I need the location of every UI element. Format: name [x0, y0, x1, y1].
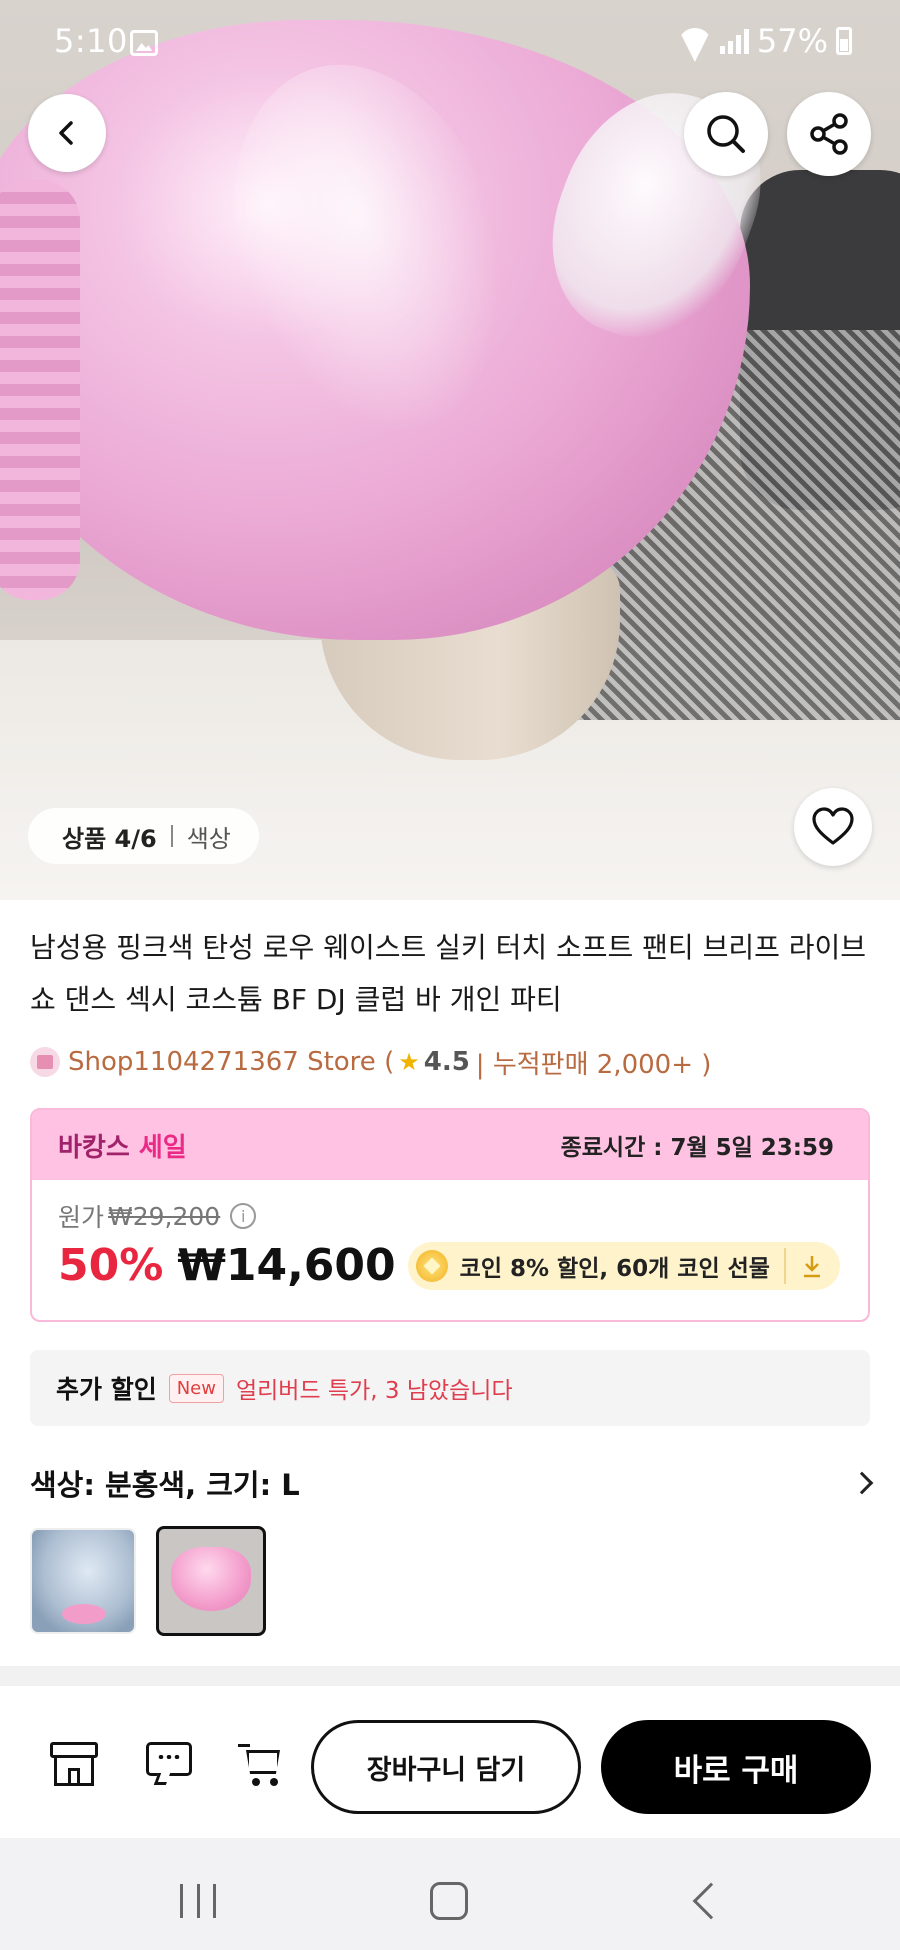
- star-icon: ★: [398, 1048, 420, 1076]
- back-button[interactable]: [28, 94, 106, 172]
- cart-icon[interactable]: [238, 1742, 286, 1786]
- extra-discount-label: 추가 할인: [56, 1375, 157, 1404]
- chevron-right-icon: [850, 1471, 874, 1495]
- variant-selector[interactable]: 색상: 분홍색, 크기: L: [30, 1462, 874, 1504]
- store-badge-icon: [30, 1047, 60, 1077]
- variant-label: 색상: 분홍색, 크기: L: [30, 1468, 300, 1502]
- extra-discount-banner[interactable]: 추가 할인 New 얼리버드 특가, 3 남았습니다: [30, 1350, 870, 1426]
- original-price-label: 원가: [58, 1203, 105, 1232]
- variant-thumb-light-blue[interactable]: [30, 1528, 136, 1634]
- variant-thumb-pink[interactable]: [156, 1526, 266, 1636]
- sale-body: 원가 ₩29,200 i 50% ₩14,600 코인 8% 할인, 60개 코…: [32, 1180, 868, 1291]
- image-counter-value: 상품 4/6: [62, 824, 157, 853]
- coin-offer[interactable]: 코인 8% 할인, 60개 코인 선물: [407, 1241, 840, 1290]
- recent-apps-icon[interactable]: [180, 1884, 216, 1918]
- search-button[interactable]: [684, 92, 768, 176]
- status-time: 5:10: [54, 22, 128, 60]
- store-rating: 4.5: [423, 1047, 470, 1077]
- info-icon[interactable]: i: [230, 1203, 257, 1229]
- sale-label-accent: 세일: [138, 1132, 187, 1163]
- discount-percent: 50%: [58, 1240, 164, 1291]
- download-icon[interactable]: [800, 1253, 824, 1279]
- system-nav-bar: [0, 1838, 900, 1950]
- price-row: 50% ₩14,600 코인 8% 할인, 60개 코인 선물: [58, 1240, 842, 1291]
- sale-label-prefix: 바캉스: [58, 1132, 130, 1163]
- sale-price: ₩14,600: [177, 1240, 396, 1291]
- extra-discount-text: 얼리버드 특가, 3 남았습니다: [235, 1378, 513, 1404]
- coin-offer-divider: [783, 1247, 786, 1284]
- wifi-icon: [678, 28, 712, 54]
- heart-icon: [812, 807, 854, 845]
- battery-icon: [836, 27, 852, 55]
- product-title: 남성용 핑크색 탄성 로우 웨이스트 실키 터치 소프트 팬티 브리프 라이브 …: [30, 931, 867, 1016]
- bottom-action-bar: 장바구니 담기 바로 구매: [0, 1686, 900, 1838]
- back-nav-icon[interactable]: [692, 1882, 730, 1920]
- share-icon: [810, 113, 848, 155]
- sale-end-time: 종료시간 : 7월 5일 23:59: [560, 1135, 834, 1161]
- store-icon[interactable]: [50, 1742, 98, 1786]
- status-bar: 5:10 57%: [0, 0, 900, 86]
- home-icon[interactable]: [430, 1882, 468, 1920]
- search-icon: [707, 115, 745, 153]
- sale-header: 바캉스 세일 종료시간 : 7월 5일 23:59: [32, 1110, 868, 1180]
- store-name: Shop1104271367 Store (: [68, 1047, 395, 1077]
- image-counter-tab[interactable]: 색상: [187, 819, 231, 854]
- share-button[interactable]: [787, 92, 871, 176]
- image-garment-ruffle: [0, 180, 80, 600]
- sale-box: 바캉스 세일 종료시간 : 7월 5일 23:59 원가 ₩29,200 i 5…: [30, 1108, 870, 1322]
- favorite-button[interactable]: [794, 788, 872, 866]
- add-to-cart-button[interactable]: 장바구니 담기: [311, 1720, 581, 1814]
- image-counter-divider: [170, 825, 173, 847]
- battery-percent: 57%: [756, 22, 828, 60]
- chevron-left-icon: [59, 121, 73, 145]
- signal-icon: [719, 28, 749, 54]
- original-price: ₩29,200: [108, 1201, 221, 1231]
- store-sales: | 누적판매 2,000+ ): [475, 1049, 712, 1080]
- coin-icon: [415, 1249, 448, 1282]
- chat-icon[interactable]: [146, 1742, 194, 1786]
- store-link[interactable]: Shop1104271367 Store ( ★ 4.5 | 누적판매 2,00…: [30, 1042, 711, 1082]
- original-price-row: 원가 ₩29,200 i: [58, 1198, 842, 1234]
- variant-thumbnails: [30, 1526, 266, 1636]
- sale-label: 바캉스 세일: [58, 1127, 187, 1164]
- coin-offer-text: 코인 8% 할인, 60개 코인 선물: [459, 1255, 770, 1282]
- new-badge: New: [168, 1373, 224, 1403]
- buy-now-button[interactable]: 바로 구매: [601, 1720, 871, 1814]
- gallery-icon: [130, 30, 158, 56]
- product-page: 5:10 57% 상품 4/6 색상 남성용 핑크색 탄성 로우 웨이스트 실키…: [0, 0, 900, 1950]
- image-counter[interactable]: 상품 4/6 색상: [28, 808, 259, 864]
- section-divider: [0, 1666, 900, 1686]
- status-right: 57%: [678, 22, 852, 60]
